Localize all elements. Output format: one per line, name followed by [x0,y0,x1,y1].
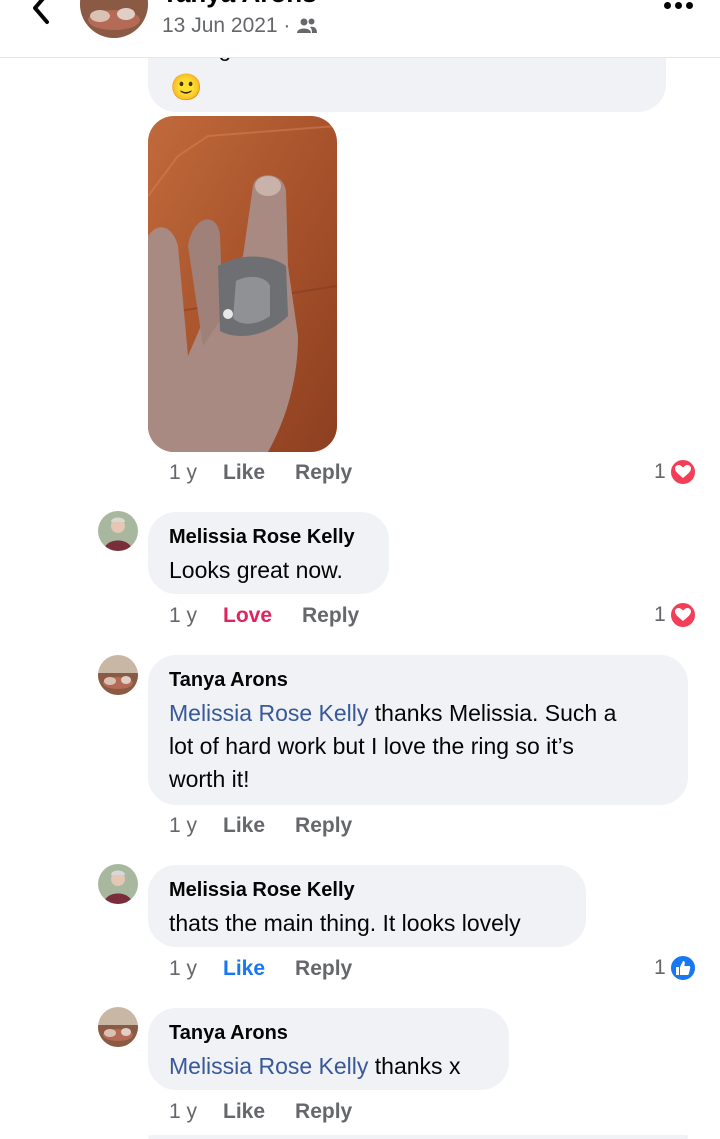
comment-actions: 1 y Like Reply [169,461,352,485]
reaction-count[interactable]: 1 [654,458,697,486]
comment-bubble: Melissia Rose Kelly thats the main thing… [148,865,586,947]
avatar[interactable] [98,864,138,904]
comment-author[interactable]: Melissia Rose Kelly [169,877,355,903]
mention-link[interactable]: Melissia Rose Kelly [169,700,368,726]
comment-text-line: thanks Melissia. Such a [368,700,617,726]
like-button[interactable]: Like [223,1100,265,1124]
comment-time: 1 y [169,814,198,837]
comment-bubble: Tanya Arons Melissia Rose Kelly thanks x [148,1008,509,1090]
reply-button[interactable]: Reply [295,1100,352,1124]
comment-time: 1 y [169,957,198,980]
comment-author[interactable]: Melissia Rose Kelly [169,524,355,550]
back-button[interactable] [22,0,58,30]
post-author-name[interactable]: Tanya Arons [162,0,317,9]
reply-button[interactable]: Reply [302,604,359,628]
comment-time: 1 y [169,604,198,627]
comment-text: Melissia Rose Kelly thanks x [169,1050,460,1083]
reply-button[interactable]: Reply [295,814,352,838]
chevron-left-icon [33,0,49,24]
comment-actions: 1 y Like Reply [169,1100,352,1124]
avatar[interactable] [98,655,138,695]
reaction-count[interactable]: 1 [654,954,697,982]
comment-text: thats the main thing. It looks lovely [169,910,521,936]
reaction-count-number: 1 [654,603,666,626]
like-button[interactable]: Like [223,814,265,838]
comment-text: Looks great now. [169,557,343,583]
love-reaction-icon [668,458,697,486]
ring-photo[interactable] [148,116,337,452]
reply-button[interactable]: Reply [295,957,352,981]
comment-bubble: Tanya Arons Melissia Rose Kelly thanks M… [148,655,688,805]
post-date-text: 13 Jun 2021 · [162,14,291,37]
comment-text-line: thanks x [368,1053,461,1079]
more-dots-icon[interactable] [664,0,694,12]
mention-link[interactable]: Melissia Rose Kelly [169,1053,368,1079]
comment-text-line: worth it! [169,766,250,792]
avatar[interactable] [98,1007,138,1047]
avatar[interactable] [98,511,138,551]
reaction-count[interactable]: 1 [654,601,697,629]
post-header: Tanya Arons 13 Jun 2021 · [0,0,720,58]
reaction-count-number: 1 [654,460,666,483]
comment-time: 1 y [169,461,198,484]
love-button[interactable]: Love [223,604,272,628]
comment-text-line: lot of hard work but I love the ring so … [169,733,574,759]
love-reaction-icon [668,601,697,629]
smile-emoji-icon: 🙂 [170,72,203,102]
reply-button[interactable]: Reply [295,461,352,485]
comment-actions: 1 y Love Reply [169,604,359,628]
comment-actions: 1 y Like Reply [169,957,352,981]
like-reaction-icon [668,954,697,982]
like-button[interactable]: Like [223,957,265,981]
avatar[interactable] [80,0,148,38]
next-comment-edge [148,1135,688,1139]
friends-icon [297,18,318,33]
comment-text: Melissia Rose Kelly thanks Melissia. Suc… [169,697,616,796]
comment-actions: 1 y Like Reply [169,814,352,838]
comment-author[interactable]: Tanya Arons [169,1020,288,1046]
comment-author[interactable]: Tanya Arons [169,667,288,693]
post-date: 13 Jun 2021 · [162,14,318,38]
comment-time: 1 y [169,1100,198,1123]
reaction-count-number: 1 [654,956,666,979]
comment-bubble: Melissia Rose Kelly Looks great now. [148,512,389,594]
like-button[interactable]: Like [223,461,265,485]
